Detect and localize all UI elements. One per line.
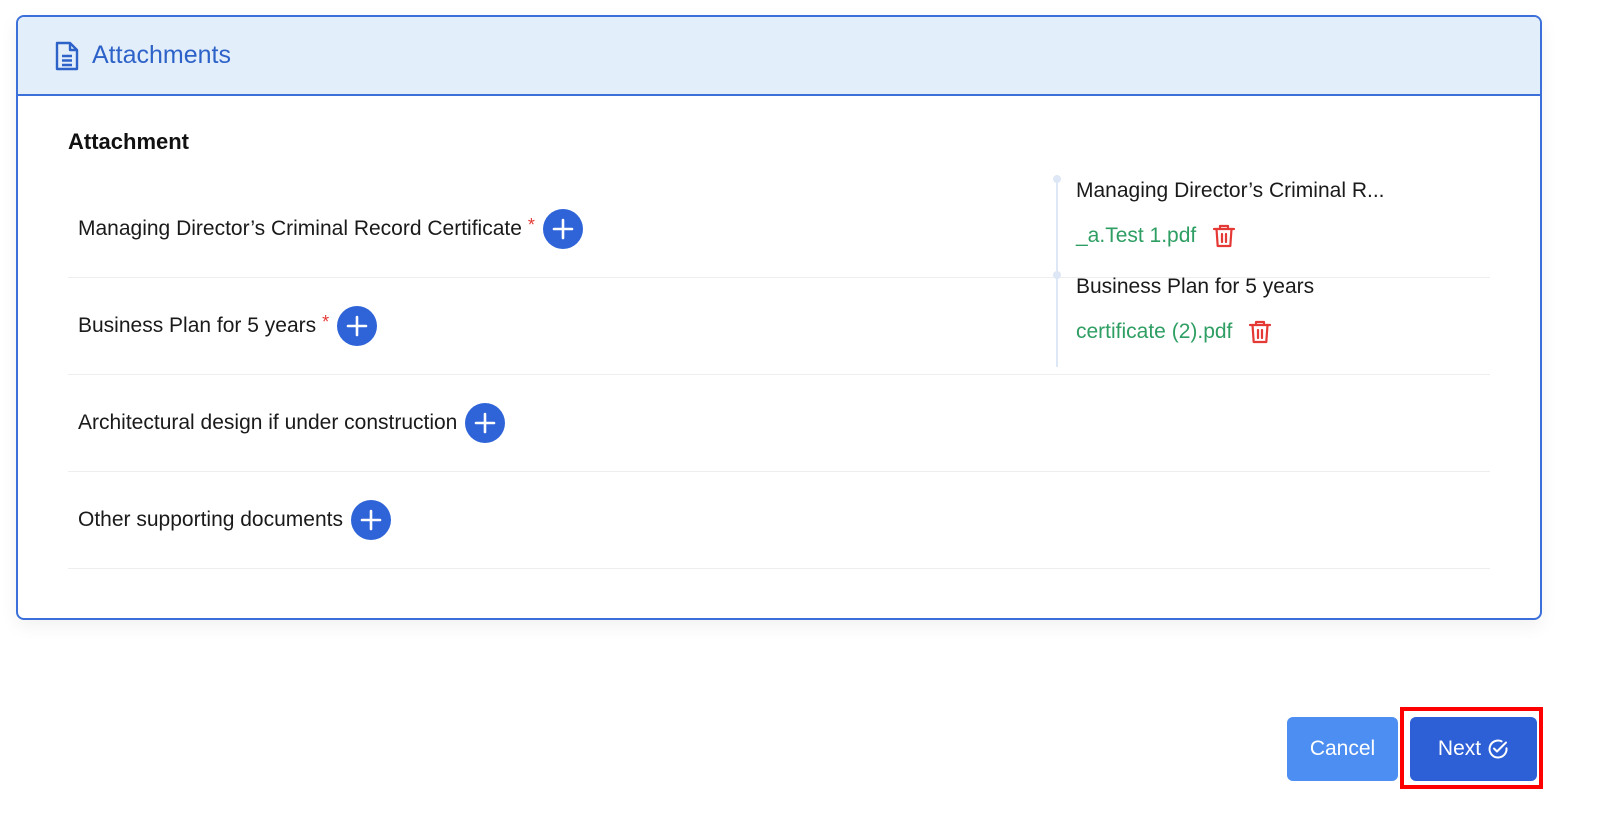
attachment-label: Managing Director’s Criminal Record Cert… [78, 217, 522, 240]
uploaded-file-group: Managing Director’s Criminal R... _a.Tes… [1053, 175, 1385, 271]
attachment-row: Other supporting documents [68, 472, 1490, 569]
plus-icon [360, 509, 382, 531]
attachments-card: Attachments Attachment Managing Director… [16, 15, 1542, 620]
next-button-wrapper: Next [1400, 707, 1543, 789]
timeline-dot [1053, 271, 1061, 279]
uploaded-file-link[interactable]: _a.Test 1.pdf [1076, 224, 1196, 248]
uploaded-file-title: Business Plan for 5 years [1076, 275, 1315, 298]
plus-icon [475, 412, 496, 434]
document-icon [54, 41, 82, 71]
add-attachment-button[interactable] [542, 209, 583, 249]
next-button[interactable]: Next [1410, 717, 1537, 781]
form-actions: Cancel Next [1287, 707, 1543, 789]
uploaded-file-link[interactable]: certificate (2).pdf [1076, 320, 1232, 344]
attachment-row: Architectural design if under constructi… [68, 375, 1490, 472]
attachment-label: Architectural design if under constructi… [78, 411, 458, 434]
uploaded-files: Managing Director’s Criminal R... _a.Tes… [1053, 175, 1385, 367]
required-marker: * [322, 311, 330, 332]
timeline-dot [1053, 175, 1061, 183]
card-title: Attachments [92, 41, 231, 69]
uploaded-file-group: Business Plan for 5 years certificate (2… [1053, 271, 1385, 367]
attachment-label: Business Plan for 5 years [78, 314, 317, 337]
section-title: Attachment [68, 129, 190, 154]
next-button-label: Next [1437, 737, 1482, 760]
plus-icon [346, 315, 368, 337]
card-header: Attachments [18, 17, 1540, 96]
trash-icon[interactable] [1212, 223, 1236, 249]
plus-icon [552, 218, 574, 240]
attachment-label: Other supporting documents [78, 508, 343, 531]
required-marker: * [527, 214, 535, 235]
add-attachment-button[interactable] [337, 306, 378, 346]
add-attachment-button[interactable] [465, 403, 506, 443]
uploaded-file-title: Managing Director’s Criminal R... [1076, 179, 1385, 202]
trash-icon[interactable] [1248, 319, 1272, 345]
cancel-button[interactable]: Cancel [1287, 717, 1398, 781]
check-circle-icon [1487, 738, 1509, 760]
add-attachment-button[interactable] [350, 500, 391, 540]
